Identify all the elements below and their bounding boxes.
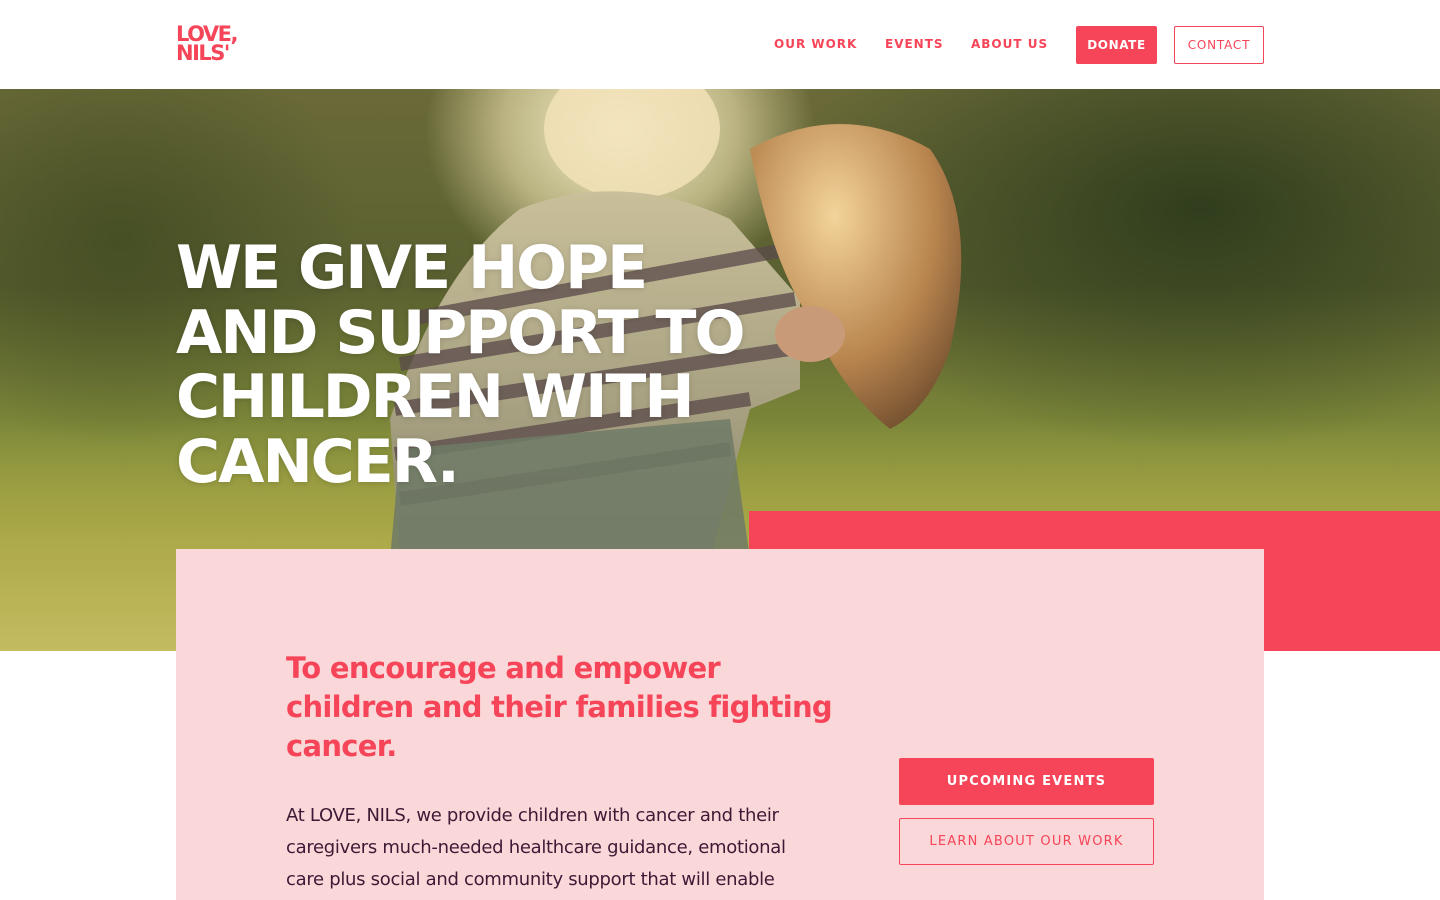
logo-line-2: NILS': [176, 41, 230, 65]
nav-about-us[interactable]: ABOUT US: [971, 37, 1048, 51]
upcoming-events-button[interactable]: UPCOMING EVENTS: [899, 758, 1154, 805]
mission-body-line-2: caregivers much-needed healthcare guidan…: [286, 837, 786, 858]
mission-heading-line-3: cancer.: [286, 729, 397, 763]
donate-button[interactable]: DONATE: [1076, 26, 1157, 64]
logo[interactable]: LOVE, NILS': [176, 24, 248, 67]
nav-our-work[interactable]: OUR WORK: [774, 37, 857, 51]
hero-title: WE GIVE HOPE AND SUPPORT TO CHILDREN WIT…: [176, 236, 796, 494]
learn-about-our-work-button[interactable]: LEARN ABOUT OUR WORK: [899, 818, 1154, 865]
page: LOVE, NILS' OUR WORK EVENTS ABOUT US DON…: [0, 0, 1440, 900]
mission-body: At LOVE, NILS, we provide children with …: [286, 800, 826, 896]
contact-button[interactable]: CONTACT: [1174, 26, 1264, 64]
mission-body-line-1: At LOVE, NILS, we provide children with …: [286, 805, 779, 826]
hero-title-line-4: CANCER.: [176, 426, 460, 497]
mission-card: To encourage and empower children and th…: [176, 549, 1264, 900]
nav-events[interactable]: EVENTS: [885, 37, 944, 51]
site-header: LOVE, NILS' OUR WORK EVENTS ABOUT US DON…: [0, 0, 1440, 89]
hero-title-line-1: WE GIVE HOPE: [176, 233, 648, 303]
mission-heading: To encourage and empower children and th…: [286, 649, 846, 766]
mission-heading-line-1: To encourage and empower: [286, 651, 721, 685]
hero-title-line-3: CHILDREN WITH: [176, 362, 695, 432]
hero-title-line-2: AND SUPPORT TO: [176, 297, 746, 368]
mission-body-line-3: care plus social and community support t…: [286, 869, 775, 890]
mission-heading-line-2: children and their families fighting: [286, 690, 833, 724]
